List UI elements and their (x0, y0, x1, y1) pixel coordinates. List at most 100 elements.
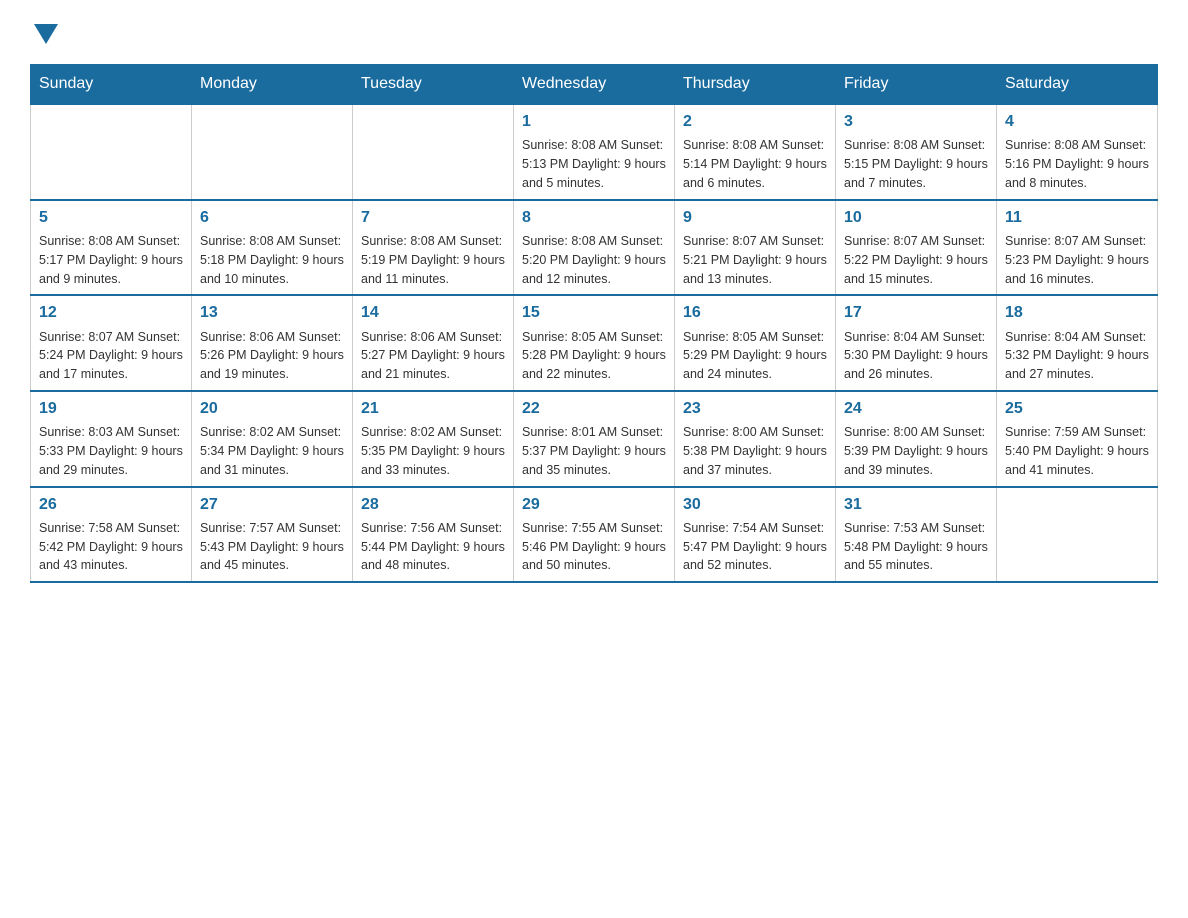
calendar-cell: 14Sunrise: 8:06 AM Sunset: 5:27 PM Dayli… (353, 295, 514, 391)
calendar-cell: 17 Sunrise: 8:04 AM Sunset: 5:30 PM Dayli… (836, 295, 997, 391)
calendar-cell: 9Sunrise: 8:07 AM Sunset: 5:21 PM Daylig… (675, 200, 836, 296)
day-number: 3 (844, 111, 988, 133)
day-info: Sunrise: 8:00 AM Sunset: 5:38 PM Dayligh… (683, 423, 827, 479)
day-number: 19 (39, 398, 183, 420)
calendar-cell: 6 Sunrise: 8:08 AM Sunset: 5:18 PM Daylig… (192, 200, 353, 296)
day-number: 26 (39, 494, 183, 516)
day-number: 11 (1005, 207, 1149, 229)
calendar-cell: 18 Sunrise: 8:04 AM Sunset: 5:32 PM Dayli… (997, 295, 1158, 391)
day-number: 29 (522, 494, 666, 516)
calendar-cell: 3 Sunrise: 8:08 AM Sunset: 5:15 PM Daylig… (836, 104, 997, 200)
day-info: Sunrise: 8:06 AM Sunset: 5:27 PM Dayligh… (361, 328, 505, 384)
calendar-cell: 22 Sunrise: 8:01 AM Sunset: 5:37 PM Dayli… (514, 391, 675, 487)
calendar-cell: 21 Sunrise: 8:02 AM Sunset: 5:35 PM Dayli… (353, 391, 514, 487)
calendar-cell: 20 Sunrise: 8:02 AM Sunset: 5:34 PM Dayli… (192, 391, 353, 487)
day-info: Sunrise: 7:55 AM Sunset: 5:46 PM Dayligh… (522, 519, 666, 575)
day-info: Sunrise: 7:54 AM Sunset: 5:47 PM Dayligh… (683, 519, 827, 575)
day-info: Sunrise: 8:03 AM Sunset: 5:33 PM Dayligh… (39, 423, 183, 479)
calendar-cell: 28 Sunrise: 7:56 AM Sunset: 5:44 PM Dayli… (353, 487, 514, 583)
day-number: 25 (1005, 398, 1149, 420)
day-info: Sunrise: 7:59 AM Sunset: 5:40 PM Dayligh… (1005, 423, 1149, 479)
day-number: 20 (200, 398, 344, 420)
day-info: Sunrise: 8:08 AM Sunset: 5:14 PM Dayligh… (683, 136, 827, 192)
day-info: Sunrise: 7:56 AM Sunset: 5:44 PM Dayligh… (361, 519, 505, 575)
calendar-table: SundayMondayTuesdayWednesdayThursdayFrid… (30, 64, 1158, 583)
day-info: Sunrise: 8:04 AM Sunset: 5:30 PM Dayligh… (844, 328, 988, 384)
day-number: 10 (844, 207, 988, 229)
day-info: Sunrise: 8:08 AM Sunset: 5:16 PM Dayligh… (1005, 136, 1149, 192)
calendar-week-row: 5 Sunrise: 8:08 AM Sunset: 5:17 PM Daylig… (31, 200, 1158, 296)
day-info: Sunrise: 7:58 AM Sunset: 5:42 PM Dayligh… (39, 519, 183, 575)
calendar-cell: 13Sunrise: 8:06 AM Sunset: 5:26 PM Dayli… (192, 295, 353, 391)
calendar-cell: 8Sunrise: 8:08 AM Sunset: 5:20 PM Daylig… (514, 200, 675, 296)
day-info: Sunrise: 8:00 AM Sunset: 5:39 PM Dayligh… (844, 423, 988, 479)
calendar-week-row: 12Sunrise: 8:07 AM Sunset: 5:24 PM Dayli… (31, 295, 1158, 391)
day-number: 31 (844, 494, 988, 516)
day-number: 15 (522, 302, 666, 324)
day-info: Sunrise: 8:02 AM Sunset: 5:34 PM Dayligh… (200, 423, 344, 479)
calendar-cell: 11 Sunrise: 8:07 AM Sunset: 5:23 PM Dayli… (997, 200, 1158, 296)
day-number: 21 (361, 398, 505, 420)
calendar-cell: 30 Sunrise: 7:54 AM Sunset: 5:47 PM Dayli… (675, 487, 836, 583)
column-header-saturday: Saturday (997, 65, 1158, 105)
calendar-cell: 5 Sunrise: 8:08 AM Sunset: 5:17 PM Daylig… (31, 200, 192, 296)
calendar-cell: 31 Sunrise: 7:53 AM Sunset: 5:48 PM Dayli… (836, 487, 997, 583)
calendar-cell: 23 Sunrise: 8:00 AM Sunset: 5:38 PM Dayli… (675, 391, 836, 487)
calendar-cell (192, 104, 353, 200)
day-number: 18 (1005, 302, 1149, 324)
page-header (30, 20, 1158, 44)
calendar-cell: 19 Sunrise: 8:03 AM Sunset: 5:33 PM Dayli… (31, 391, 192, 487)
day-info: Sunrise: 8:06 AM Sunset: 5:26 PM Dayligh… (200, 328, 344, 384)
day-number: 30 (683, 494, 827, 516)
day-number: 2 (683, 111, 827, 133)
day-number: 17 (844, 302, 988, 324)
column-header-sunday: Sunday (31, 65, 192, 105)
calendar-cell: 29 Sunrise: 7:55 AM Sunset: 5:46 PM Dayli… (514, 487, 675, 583)
day-info: Sunrise: 8:02 AM Sunset: 5:35 PM Dayligh… (361, 423, 505, 479)
calendar-cell: 10 Sunrise: 8:07 AM Sunset: 5:22 PM Dayli… (836, 200, 997, 296)
calendar-cell: 1Sunrise: 8:08 AM Sunset: 5:13 PM Daylig… (514, 104, 675, 200)
column-header-wednesday: Wednesday (514, 65, 675, 105)
calendar-week-row: 26 Sunrise: 7:58 AM Sunset: 5:42 PM Dayli… (31, 487, 1158, 583)
day-info: Sunrise: 8:07 AM Sunset: 5:22 PM Dayligh… (844, 232, 988, 288)
day-info: Sunrise: 8:07 AM Sunset: 5:23 PM Dayligh… (1005, 232, 1149, 288)
calendar-cell: 26 Sunrise: 7:58 AM Sunset: 5:42 PM Dayli… (31, 487, 192, 583)
day-info: Sunrise: 8:08 AM Sunset: 5:15 PM Dayligh… (844, 136, 988, 192)
day-info: Sunrise: 8:04 AM Sunset: 5:32 PM Dayligh… (1005, 328, 1149, 384)
day-number: 4 (1005, 111, 1149, 133)
calendar-cell: 16Sunrise: 8:05 AM Sunset: 5:29 PM Dayli… (675, 295, 836, 391)
day-number: 27 (200, 494, 344, 516)
day-number: 7 (361, 207, 505, 229)
day-number: 9 (683, 207, 827, 229)
calendar-week-row: 19 Sunrise: 8:03 AM Sunset: 5:33 PM Dayli… (31, 391, 1158, 487)
day-info: Sunrise: 8:08 AM Sunset: 5:13 PM Dayligh… (522, 136, 666, 192)
day-info: Sunrise: 8:05 AM Sunset: 5:29 PM Dayligh… (683, 328, 827, 384)
calendar-cell: 2 Sunrise: 8:08 AM Sunset: 5:14 PM Daylig… (675, 104, 836, 200)
calendar-cell (997, 487, 1158, 583)
day-info: Sunrise: 7:53 AM Sunset: 5:48 PM Dayligh… (844, 519, 988, 575)
column-header-friday: Friday (836, 65, 997, 105)
day-number: 5 (39, 207, 183, 229)
logo (30, 20, 58, 44)
day-info: Sunrise: 8:08 AM Sunset: 5:19 PM Dayligh… (361, 232, 505, 288)
day-info: Sunrise: 7:57 AM Sunset: 5:43 PM Dayligh… (200, 519, 344, 575)
day-number: 23 (683, 398, 827, 420)
day-info: Sunrise: 8:01 AM Sunset: 5:37 PM Dayligh… (522, 423, 666, 479)
calendar-cell: 4 Sunrise: 8:08 AM Sunset: 5:16 PM Daylig… (997, 104, 1158, 200)
day-info: Sunrise: 8:08 AM Sunset: 5:17 PM Dayligh… (39, 232, 183, 288)
calendar-cell: 24 Sunrise: 8:00 AM Sunset: 5:39 PM Dayli… (836, 391, 997, 487)
day-info: Sunrise: 8:07 AM Sunset: 5:24 PM Dayligh… (39, 328, 183, 384)
day-number: 24 (844, 398, 988, 420)
day-number: 22 (522, 398, 666, 420)
calendar-cell: 15Sunrise: 8:05 AM Sunset: 5:28 PM Dayli… (514, 295, 675, 391)
day-info: Sunrise: 8:08 AM Sunset: 5:18 PM Dayligh… (200, 232, 344, 288)
calendar-cell: 12Sunrise: 8:07 AM Sunset: 5:24 PM Dayli… (31, 295, 192, 391)
day-number: 6 (200, 207, 344, 229)
day-number: 28 (361, 494, 505, 516)
calendar-cell: 27 Sunrise: 7:57 AM Sunset: 5:43 PM Dayli… (192, 487, 353, 583)
calendar-cell: 7 Sunrise: 8:08 AM Sunset: 5:19 PM Daylig… (353, 200, 514, 296)
calendar-cell: 25 Sunrise: 7:59 AM Sunset: 5:40 PM Dayli… (997, 391, 1158, 487)
calendar-header-row: SundayMondayTuesdayWednesdayThursdayFrid… (31, 65, 1158, 105)
calendar-cell (31, 104, 192, 200)
day-number: 8 (522, 207, 666, 229)
